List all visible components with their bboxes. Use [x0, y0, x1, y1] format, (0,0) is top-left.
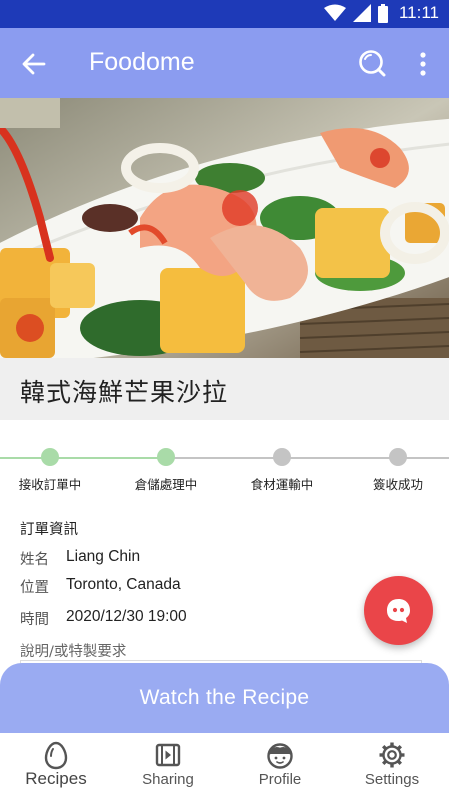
nav-item-settings[interactable]: Settings — [336, 733, 448, 797]
nav-item-profile[interactable]: Profile — [224, 733, 336, 797]
time-value: 2020/12/30 19:00 — [66, 608, 187, 625]
nav-label-profile: Profile — [258, 771, 302, 788]
time-label: 時間 — [20, 612, 49, 628]
back-arrow-icon[interactable] — [20, 50, 48, 78]
watch-recipe-button[interactable]: Watch the Recipe — [0, 663, 449, 733]
step-label-received: 接收訂單中 — [18, 477, 82, 492]
location-label: 位置 — [20, 580, 49, 596]
notes-label: 說明/或特製要求 — [20, 644, 127, 660]
status-bar: 11:11 — [0, 0, 449, 28]
egg-icon — [44, 741, 68, 770]
name-value: Liang Chin — [66, 548, 141, 565]
wifi-icon — [323, 4, 346, 21]
step-label-delivered: 簽收成功 — [372, 477, 423, 492]
nav-label-recipes: Recipes — [25, 769, 87, 788]
step-dot-received — [41, 448, 59, 466]
more-vert-icon[interactable] — [413, 49, 433, 79]
dish-title: 韓式海鮮芒果沙拉 — [20, 378, 229, 407]
search-icon[interactable] — [357, 48, 387, 78]
step-dot-shipping — [273, 448, 291, 466]
nav-item-recipes[interactable]: Recipes — [0, 733, 112, 797]
app-bar: Foodome — [0, 28, 449, 98]
chat-bot-icon — [387, 599, 410, 623]
signal-icon — [352, 4, 371, 22]
name-label: 姓名 — [20, 552, 49, 568]
chat-fab-button[interactable] — [364, 576, 433, 645]
step-label-shipping: 食材運輸中 — [250, 477, 314, 492]
bottom-nav: Recipes Sharing Profile Settings — [0, 733, 449, 797]
location-value: Toronto, Canada — [66, 576, 181, 593]
nav-label-settings: Settings — [364, 771, 420, 788]
battery-icon — [377, 3, 388, 23]
step-label-warehouse: 倉儲處理中 — [134, 477, 198, 492]
nav-label-sharing: Sharing — [142, 771, 194, 788]
dish-photo — [0, 98, 449, 358]
step-dot-delivered — [389, 448, 407, 466]
order-info-heading: 訂單資訊 — [20, 522, 78, 538]
gear-icon — [379, 742, 405, 768]
video-icon — [155, 743, 181, 767]
progress-line-done — [0, 457, 166, 459]
dish-illustration — [0, 98, 449, 358]
status-icons: 11:11 — [323, 3, 439, 23]
app-title: Foodome — [89, 48, 195, 76]
dish-title-band: 韓式海鮮芒果沙拉 — [0, 358, 449, 420]
status-time: 11:11 — [398, 3, 439, 22]
nav-item-sharing[interactable]: Sharing — [112, 733, 224, 797]
face-icon — [267, 743, 293, 769]
step-dot-warehouse — [157, 448, 175, 466]
